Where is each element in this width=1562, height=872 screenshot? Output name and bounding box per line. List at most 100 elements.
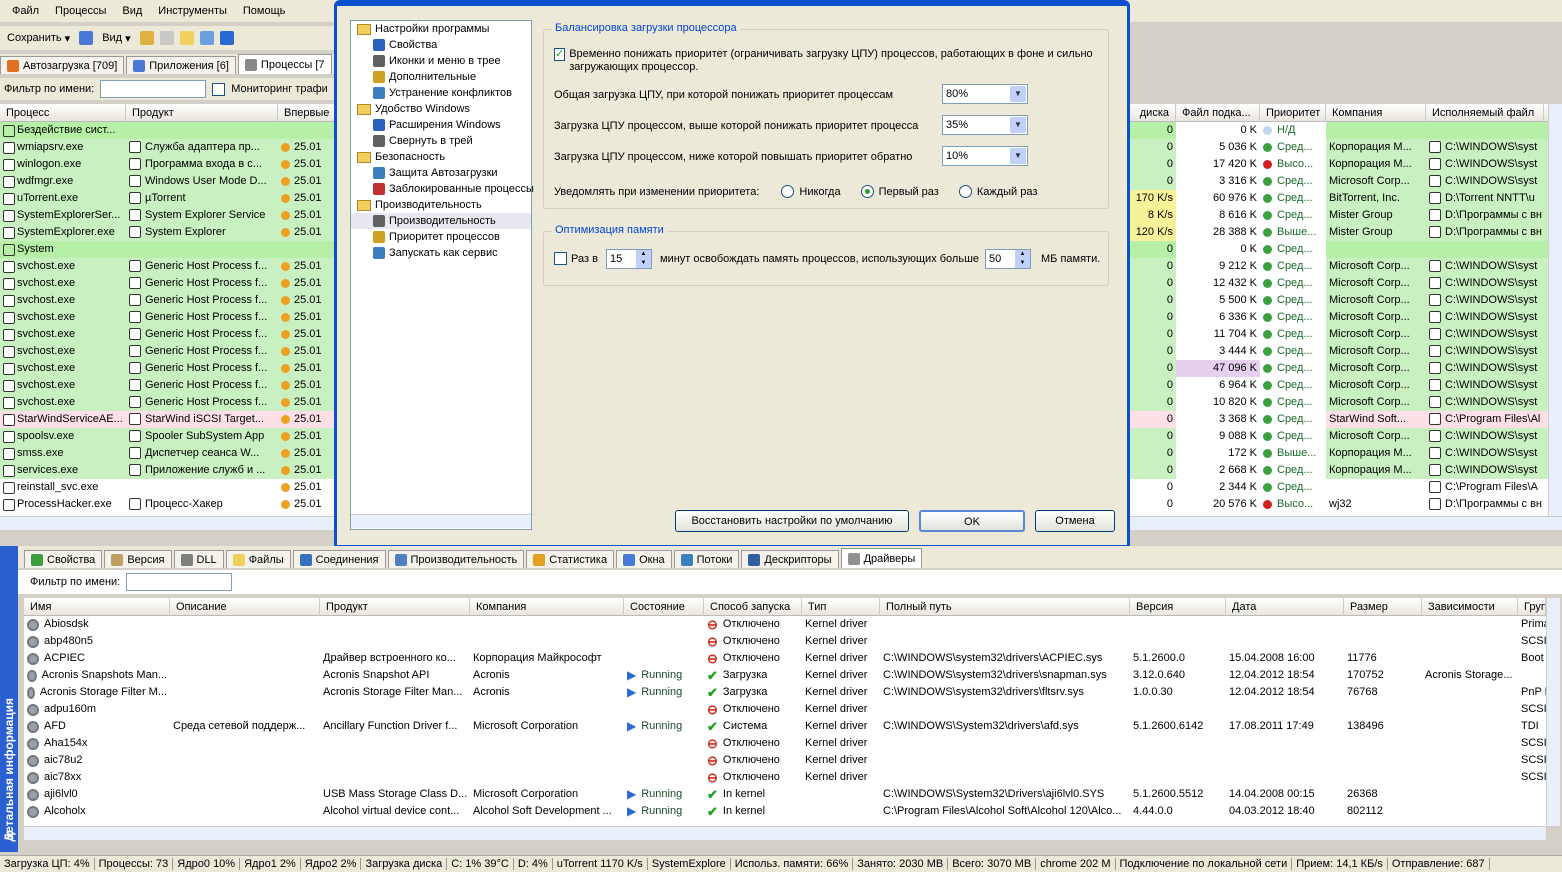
refresh-icon[interactable] (79, 31, 94, 45)
driver-row[interactable]: aic78u2 ⊖ Отключено Kernel driver SCSI m (24, 752, 1546, 769)
table-row[interactable]: svchost.exe Generic Host Process f... 25.0… (0, 309, 336, 326)
driver-row[interactable]: AFD Среда сетевой поддерж... Ancillary Fun… (24, 718, 1546, 735)
table-row[interactable]: 02 344 K Сред... C:\Program Files\A (1130, 479, 1548, 496)
table-row[interactable]: 06 336 K Сред... Microsoft Corp... C:\WINDO… (1130, 309, 1548, 326)
table-row[interactable]: 06 964 K Сред... Microsoft Corp... C:\WINDO… (1130, 377, 1548, 394)
restore-defaults-button[interactable]: Восстановить настройки по умолчанию (675, 510, 909, 532)
column-header[interactable]: Продукт (126, 104, 278, 122)
table-row[interactable]: svchost.exe Generic Host Process f... 25.0… (0, 275, 336, 292)
process-vscroll[interactable] (1548, 104, 1562, 516)
tree-item[interactable]: Безопасность (351, 149, 531, 165)
table-row[interactable]: svchost.exe Generic Host Process f... 25.0… (0, 394, 336, 411)
table-row[interactable]: smss.exe Диспетчер сеанса W... 25.01 (0, 445, 336, 462)
table-row[interactable]: 05 036 K Сред... Корпорация M... C:\WINDOWS… (1130, 139, 1548, 156)
table-row[interactable]: Бездействие сист... (0, 122, 336, 139)
menu-item[interactable]: Процессы (47, 5, 114, 17)
table-row[interactable]: 09 212 K Сред... Microsoft Corp... C:\WINDO… (1130, 258, 1548, 275)
column-header[interactable]: Компания (1326, 104, 1426, 122)
column-header[interactable]: Процесс (0, 104, 126, 122)
total-cpu-select[interactable]: 80% ▼ (942, 84, 1028, 104)
column-header[interactable]: Впервые (278, 104, 336, 122)
column-header[interactable]: Описание (170, 598, 320, 616)
table-row[interactable]: winlogon.exe Программа входа в с... 25.01 (0, 156, 336, 173)
table-row[interactable]: 05 500 K Сред... Microsoft Corp... C:\WINDO… (1130, 292, 1548, 309)
tree-item[interactable]: Удобство Windows (351, 101, 531, 117)
driver-row[interactable]: Acronis Storage Filter M... Acronis Stora… (24, 684, 1546, 701)
table-row[interactable]: svchost.exe Generic Host Process f... 25.0… (0, 326, 336, 343)
tree-hscroll[interactable] (351, 514, 531, 528)
view-button[interactable]: Вид ▾ (99, 32, 133, 45)
radio-each-time[interactable] (958, 185, 972, 198)
column-header[interactable]: Тип (802, 598, 880, 616)
memory-checkbox[interactable] (554, 252, 567, 265)
search-icon[interactable] (139, 31, 154, 45)
table-row[interactable]: 00 K Н/Д (1130, 122, 1548, 139)
monitor-checkbox[interactable] (212, 82, 226, 96)
driver-hscroll[interactable] (24, 826, 1546, 840)
driver-row[interactable]: Acronis Snapshots Man... Acronis Snapshot… (24, 667, 1546, 684)
tree-item[interactable]: Производительность (351, 213, 531, 229)
radio-never[interactable] (781, 185, 795, 198)
column-header[interactable]: Полный путь (880, 598, 1130, 616)
driver-row[interactable]: Abiosdsk ⊖ Отключено Kernel driver Primar (24, 616, 1546, 633)
menu-item[interactable]: Файл (4, 5, 47, 17)
table-row[interactable]: ProcessHacker.exe Процесс-Хакер 25.01 (0, 496, 336, 513)
top-tab[interactable]: Автозагрузка [709] (0, 56, 125, 74)
column-header[interactable]: Продукт (320, 598, 470, 616)
table-row[interactable]: 02 668 K Сред... Корпорация M... C:\WINDOWS… (1130, 462, 1548, 479)
raise-threshold-select[interactable]: 10% ▼ (942, 146, 1028, 166)
detail-tab[interactable]: DLL (173, 550, 224, 568)
table-row[interactable]: 00 K Сред... (1130, 241, 1548, 258)
driver-row[interactable]: Alcoholx Alcohol virtual device cont... Al… (24, 803, 1546, 820)
column-header[interactable]: диска (1130, 104, 1176, 122)
table-row[interactable]: SystemExplorerSer... System Explorer Serv… (0, 207, 336, 224)
process-hscroll-left[interactable] (0, 516, 336, 530)
table-row[interactable]: svchost.exe Generic Host Process f... 25.0… (0, 360, 336, 377)
ok-button[interactable]: OK (919, 510, 1025, 532)
table-row[interactable]: 0 20 576 K Высо... wj32 D:\Программы с вн (1130, 496, 1548, 513)
table-row[interactable]: System (0, 241, 336, 258)
table-row[interactable]: 120 K/s 28 388 K Выше... Mister Group D:\Про… (1130, 224, 1548, 241)
table-row[interactable]: svchost.exe Generic Host Process f... 25.0… (0, 292, 336, 309)
table-row[interactable]: 03 444 K Сред... Microsoft Corp... C:\WINDO… (1130, 343, 1548, 360)
spin-arrows-icon[interactable]: ▲ ▼ (636, 250, 651, 268)
column-header[interactable]: Зависимости (1422, 598, 1518, 616)
minutes-spinner[interactable]: 15 ▲ ▼ (606, 249, 652, 269)
tree-item[interactable]: Дополнительные (351, 69, 531, 85)
radio-first-time[interactable] (860, 185, 874, 198)
table-row[interactable]: 0 47 096 K Сред... Microsoft Corp... C:\WIND… (1130, 360, 1548, 377)
up-icon[interactable] (219, 31, 234, 45)
arrow-icon[interactable] (199, 31, 214, 45)
table-row[interactable]: svchost.exe Generic Host Process f... 25.0… (0, 258, 336, 275)
menu-item[interactable]: Вид (114, 5, 150, 17)
driver-filter-input[interactable] (126, 573, 233, 591)
folder-icon[interactable] (179, 31, 194, 45)
driver-row[interactable]: aji6lvl0 USB Mass Storage Class D... Micro… (24, 786, 1546, 803)
tree-item[interactable]: Запускать как сервис (351, 245, 531, 261)
table-row[interactable]: uTorrent.exe µTorrent 25.01 (0, 190, 336, 207)
table-row[interactable]: 0 10 820 K Сред... Microsoft Corp... C:\WIND… (1130, 394, 1548, 411)
detail-tab[interactable]: Статистика (526, 550, 615, 568)
table-row[interactable]: 0 12 432 K Сред... Microsoft Corp... C:\WIND… (1130, 275, 1548, 292)
driver-row[interactable]: abp480n5 ⊖ Отключено Kernel driver SCSI m (24, 633, 1546, 650)
table-row[interactable]: SystemExplorer.exe System Explorer 25.01 (0, 224, 336, 241)
detail-tab[interactable]: Драйверы (840, 548, 923, 568)
detail-tab[interactable]: Окна (616, 550, 672, 568)
column-header[interactable]: Состояние (624, 598, 704, 616)
save-button[interactable]: Сохранить ▾ (4, 32, 73, 45)
tree-item[interactable]: Приоритет процессов (351, 229, 531, 245)
column-header[interactable]: Версия (1130, 598, 1226, 616)
table-row[interactable]: 09 088 K Сред... Microsoft Corp... C:\WINDO… (1130, 428, 1548, 445)
tree-item[interactable]: Производительность (351, 197, 531, 213)
table-row[interactable]: svchost.exe Generic Host Process f... 25.0… (0, 343, 336, 360)
cancel-button[interactable]: Отмена (1035, 510, 1115, 532)
tree-item[interactable]: Иконки и меню в трее (351, 53, 531, 69)
driver-row[interactable]: ACPIEC Драйвер встроенного ко... Корпораци… (24, 650, 1546, 667)
column-header[interactable]: Приоритет (1260, 104, 1326, 122)
column-header[interactable]: Дата (1226, 598, 1344, 616)
detail-tab[interactable]: Соединения (292, 550, 386, 568)
menu-item[interactable]: Инструменты (150, 5, 235, 17)
table-row[interactable]: services.exe Приложение служб и ... 25.01 (0, 462, 336, 479)
driver-vscroll[interactable] (1546, 598, 1560, 826)
filter-input[interactable] (100, 80, 207, 98)
